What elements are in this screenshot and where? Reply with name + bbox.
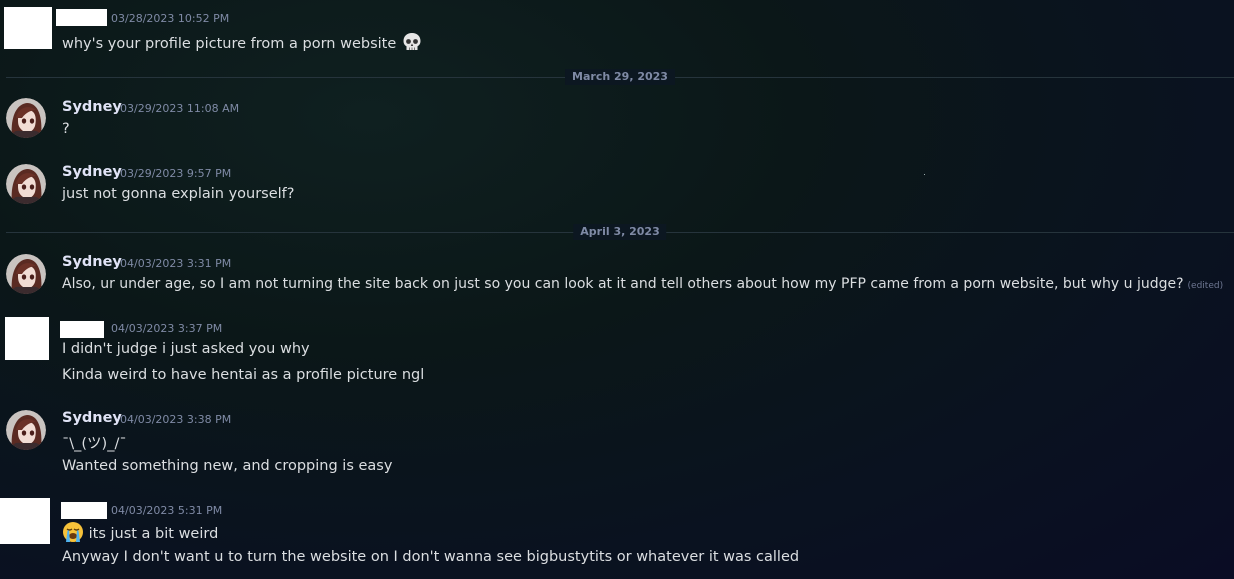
stray-dot bbox=[924, 174, 925, 175]
redacted-username[interactable] bbox=[56, 9, 107, 26]
date-divider-label: April 3, 2023 bbox=[573, 224, 667, 240]
message-line: its just a bit weird bbox=[62, 521, 218, 547]
author-name[interactable]: Sydney bbox=[62, 254, 122, 270]
avatar[interactable] bbox=[0, 498, 50, 544]
message-text: Wanted something new, and cropping is ea… bbox=[62, 458, 393, 474]
loudly-crying-emoji-icon bbox=[62, 521, 84, 547]
message-timestamp: 03/29/2023 9:57 PM bbox=[120, 167, 232, 180]
edited-label: (edited) bbox=[1187, 281, 1224, 291]
message-text: Also, ur under age, so I am not turning … bbox=[62, 276, 1184, 292]
avatar[interactable] bbox=[5, 317, 49, 360]
message-line: why's your profile picture from a porn w… bbox=[62, 31, 423, 57]
avatar[interactable] bbox=[6, 410, 46, 450]
author-name[interactable]: Sydney bbox=[62, 99, 122, 115]
date-divider-label: March 29, 2023 bbox=[565, 69, 675, 85]
message-text: ? bbox=[62, 121, 70, 137]
message-timestamp: 04/03/2023 3:37 PM bbox=[111, 322, 223, 335]
message-timestamp: 04/03/2023 3:31 PM bbox=[120, 257, 232, 270]
message-text: why's your profile picture from a porn w… bbox=[62, 36, 397, 52]
author-name[interactable]: Sydney bbox=[62, 164, 122, 180]
date-divider: April 3, 2023 bbox=[6, 224, 1234, 240]
skull-emoji-icon bbox=[401, 31, 423, 57]
redacted-username[interactable] bbox=[61, 502, 107, 519]
message-line: Also, ur under age, so I am not turning … bbox=[62, 276, 1223, 292]
message-timestamp: 04/03/2023 5:31 PM bbox=[111, 504, 223, 517]
avatar[interactable] bbox=[6, 164, 46, 204]
redacted-username[interactable] bbox=[60, 321, 104, 338]
avatar[interactable] bbox=[6, 254, 46, 294]
message-text: Anyway I don't want u to turn the websit… bbox=[62, 549, 800, 565]
message-text: just not gonna explain yourself? bbox=[62, 186, 295, 202]
message-text: ¯\_(ツ)_/¯ bbox=[62, 436, 127, 452]
author-name[interactable]: Sydney bbox=[62, 410, 122, 426]
message-timestamp: 03/28/2023 10:52 PM bbox=[111, 12, 230, 25]
message-text: I didn't judge i just asked you why bbox=[62, 341, 310, 357]
avatar[interactable] bbox=[6, 98, 46, 138]
message-timestamp: 03/29/2023 11:08 AM bbox=[120, 102, 240, 115]
message-text: Kinda weird to have hentai as a profile … bbox=[62, 367, 425, 383]
avatar[interactable] bbox=[4, 7, 52, 49]
date-divider: March 29, 2023 bbox=[6, 69, 1234, 85]
message-text: its just a bit weird bbox=[88, 526, 219, 542]
message-timestamp: 04/03/2023 3:38 PM bbox=[120, 413, 232, 426]
